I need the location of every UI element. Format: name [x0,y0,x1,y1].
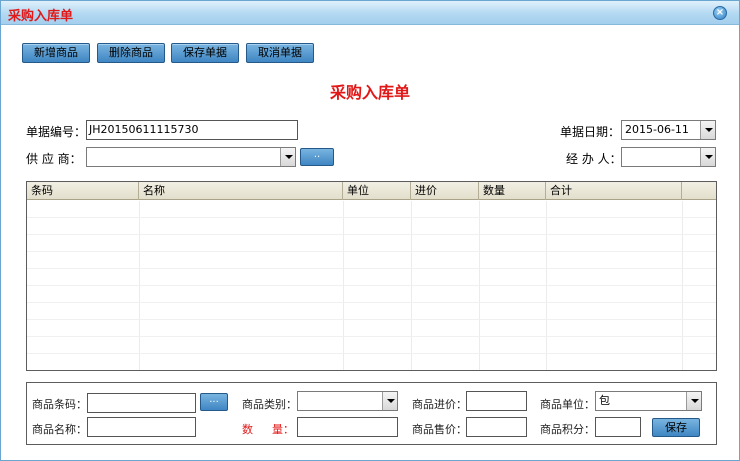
sale-price-input[interactable] [466,417,527,437]
close-icon[interactable]: × [713,6,727,20]
column-header-quantity[interactable]: 数量 [479,182,546,200]
unit-label: 商品单位： [540,398,595,411]
supplier-label: 供 应 商： [26,152,82,166]
quantity-input[interactable] [297,417,398,437]
unit-select[interactable]: 包 [595,391,702,411]
sale-price-label: 商品售价： [412,423,467,436]
chevron-down-icon[interactable] [686,392,701,410]
grid-line [27,217,716,218]
grid-line [27,302,716,303]
chevron-down-icon[interactable] [382,392,397,410]
supplier-select[interactable] [86,147,296,167]
grid-header: 条码 名称 单位 进价 数量 合计 [27,182,716,200]
supplier-browse-button[interactable]: .. [300,148,334,166]
category-label: 商品类别： [242,398,297,411]
grid-line [27,268,716,269]
item-name-label: 商品名称： [32,423,87,436]
doc-no-field[interactable]: JH20150611115730 [86,120,298,140]
barcode-browse-button[interactable]: ... [200,393,228,411]
cost-price-label: 商品进价： [412,398,467,411]
date-picker[interactable]: 2015-06-11 [621,120,716,140]
column-header-barcode[interactable]: 条码 [27,182,139,200]
barcode-input[interactable] [87,393,196,413]
save-document-button[interactable]: 保存单据 [171,43,239,63]
barcode-label: 商品条码： [32,398,87,411]
item-grid[interactable]: 条码 名称 单位 进价 数量 合计 [26,181,717,371]
column-header-cost[interactable]: 进价 [411,182,479,200]
grid-line [27,251,716,252]
date-value: 2015-06-11 [625,123,689,136]
points-label: 商品积分： [540,423,595,436]
handler-label: 经 办 人： [566,152,622,166]
chevron-down-icon[interactable] [700,148,715,166]
save-item-button[interactable]: 保存 [652,418,700,437]
grid-line [27,353,716,354]
grid-line [27,319,716,320]
title-bar[interactable]: 采购入库单 × [1,1,739,25]
quantity-label-second: 量： [272,423,294,436]
window-title: 采购入库单 [8,9,74,24]
grid-line [27,336,716,337]
unit-value: 包 [599,394,610,407]
column-header-name[interactable]: 名称 [139,182,343,200]
chevron-down-icon[interactable] [700,121,715,139]
page-title: 采购入库单 [329,83,410,102]
delete-item-button[interactable]: 删除商品 [97,43,165,63]
category-select[interactable] [297,391,398,411]
handler-select[interactable] [621,147,716,167]
chevron-down-icon[interactable] [280,148,295,166]
cost-price-input[interactable] [466,391,527,411]
points-input[interactable] [595,417,641,437]
column-header-total[interactable]: 合计 [546,182,682,200]
purchase-receipt-window: 采购入库单 × 新增商品 删除商品 保存单据 取消单据 采购入库单 单据编号： … [0,0,740,461]
column-header-extra [682,182,716,200]
add-item-button[interactable]: 新增商品 [22,43,90,63]
doc-no-label: 单据编号： [26,125,87,139]
column-header-unit[interactable]: 单位 [343,182,411,200]
date-label: 单据日期： [560,125,621,139]
item-name-input[interactable] [87,417,196,437]
quantity-label-first: 数 [242,423,253,436]
cancel-document-button[interactable]: 取消单据 [246,43,314,63]
grid-line [27,234,716,235]
grid-line [27,285,716,286]
